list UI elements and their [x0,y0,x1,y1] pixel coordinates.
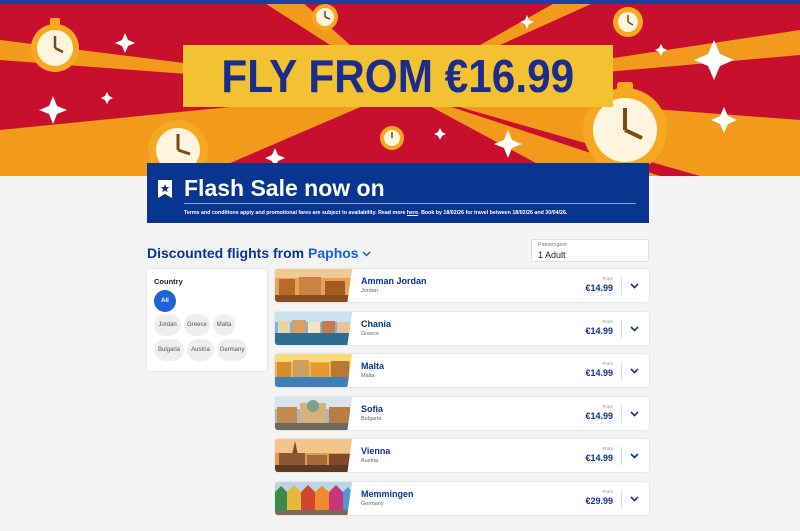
terms-text: Terms and conditions apply and promotion… [184,210,407,216]
expand-button[interactable] [627,492,641,506]
expand-button[interactable] [627,449,641,463]
destination-photo [275,269,352,302]
promo-hero: FLY FROM €16.99 [0,0,800,176]
destination-card[interactable]: Chania Greece From €14.99 [275,312,649,345]
destination-card[interactable]: Vienna Austria From €14.99 [275,439,649,472]
from-label: From [602,319,614,324]
from-label: From [602,446,614,451]
star-badge-icon [158,180,172,198]
destination-country: Greece [361,331,380,337]
destination-card[interactable]: Amman Jordan Jordan From €14.99 [275,269,649,302]
chip-bulgaria[interactable]: Bulgaria [154,339,184,361]
destination-city: Chania [361,319,392,329]
chip-malta[interactable]: Malta [213,314,235,336]
chip-greece[interactable]: Greece [184,314,210,336]
passengers-label: Passengers [538,242,568,248]
chevron-down-icon [629,496,639,502]
card-divider [621,405,622,423]
origin-selector[interactable]: Paphos [308,245,371,261]
destination-city: Sofia [361,404,384,414]
chip-austria[interactable]: Austria [187,339,214,361]
destination-card[interactable]: Sofia Bulgaria From €14.99 [275,397,649,430]
destination-city: Amman Jordan [361,276,427,286]
destination-city: Vienna [361,446,391,456]
destination-price: €14.99 [585,326,613,336]
chevron-down-icon [629,453,639,459]
destination-card[interactable]: Memmingen Germany From €29.99 [275,482,649,515]
section-title-prefix: Discounted flights from [147,245,305,261]
destination-photo [275,482,352,515]
from-label: From [602,404,614,409]
country-filter-title: Country [154,277,183,286]
destination-price: €14.99 [585,411,613,421]
chip-germany[interactable]: Germany [217,339,247,361]
destination-price: €14.99 [585,283,613,293]
promo-headline: FLY FROM €16.99 [221,50,575,102]
destination-price: €14.99 [585,368,613,378]
from-label: From [602,489,614,494]
banner-terms: Terms and conditions apply and promotion… [184,210,567,216]
terms-dates: . Book by 18/02/26 for travel between 18… [418,210,568,216]
expand-button[interactable] [627,279,641,293]
destination-card[interactable]: Malta Malta From €14.99 [275,354,649,387]
card-divider [621,447,622,465]
chip-all[interactable]: All [154,290,176,312]
banner-divider [184,203,636,204]
destination-city: Memmingen [361,489,414,499]
destination-country: Jordan [361,288,378,294]
destination-price: €14.99 [585,453,613,463]
top-stripe [0,0,800,4]
banner-title: Flash Sale now on [184,175,385,201]
expand-button[interactable] [627,322,641,336]
chevron-down-icon [629,283,639,289]
headline-box: FLY FROM €16.99 [183,45,613,107]
stopwatch-icon [380,126,404,150]
chevron-down-icon [629,411,639,417]
card-divider [621,277,622,295]
destination-country: Malta [361,373,375,379]
destination-photo [275,312,352,345]
destination-photo [275,354,352,387]
passengers-field[interactable]: Passengers 1 Adult [531,239,649,262]
terms-link[interactable]: here [407,210,418,216]
country-filter: Country All Jordan Greece Malta Bulgaria… [147,269,267,371]
chevron-down-icon [362,251,371,257]
destination-country: Bulgaria [361,416,382,422]
destination-country: Austria [361,458,379,464]
card-divider [621,320,622,338]
destination-photo [275,439,352,472]
from-label: From [602,276,614,281]
chevron-down-icon [629,326,639,332]
destination-price: €29.99 [585,496,613,506]
passengers-value: 1 Adult [538,250,566,260]
flash-sale-banner: Flash Sale now on Terms and conditions a… [147,163,649,223]
from-label: From [602,361,614,366]
chip-jordan[interactable]: Jordan [154,314,181,336]
destination-photo [275,397,352,430]
card-divider [621,490,622,508]
stopwatch-icon [613,7,643,37]
origin-label: Paphos [308,245,359,261]
destination-country: Germany [361,501,384,507]
stopwatch-icon [312,4,338,30]
expand-button[interactable] [627,364,641,378]
card-divider [621,362,622,380]
section-title: Discounted flights from Paphos [147,245,371,261]
destination-city: Malta [361,361,385,371]
expand-button[interactable] [627,407,641,421]
chevron-down-icon [629,368,639,374]
